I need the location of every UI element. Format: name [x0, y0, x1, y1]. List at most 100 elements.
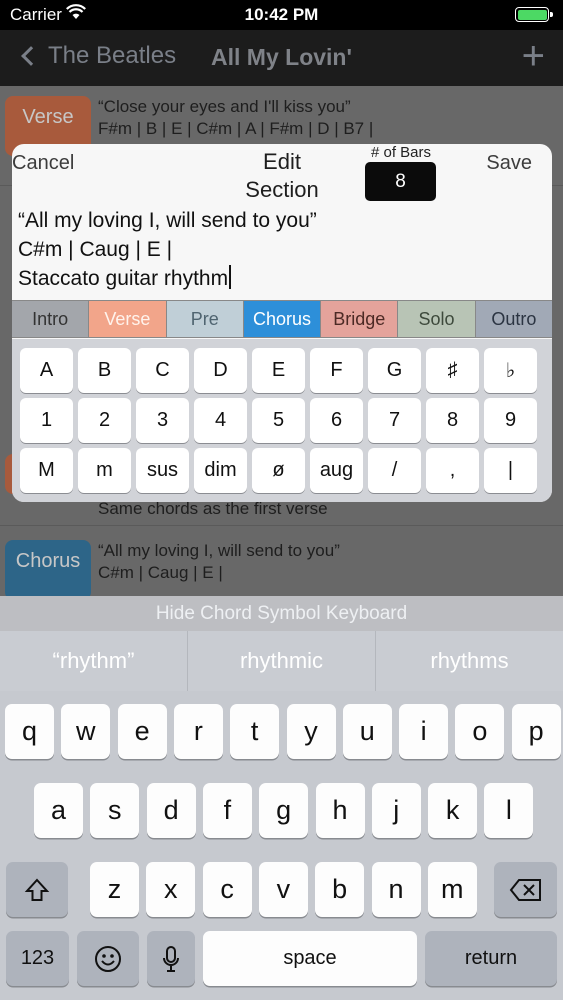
chord-key[interactable]: aug: [310, 448, 363, 493]
chord-key[interactable]: |: [484, 448, 537, 493]
key-h[interactable]: h: [315, 783, 365, 838]
chord-key[interactable]: 7: [368, 398, 421, 443]
chord-key[interactable]: 5: [252, 398, 305, 443]
key-b[interactable]: b: [315, 862, 365, 917]
chord-key[interactable]: ,: [426, 448, 479, 493]
key-t[interactable]: t: [230, 704, 280, 759]
hide-chord-keyboard-button[interactable]: Hide Chord Symbol Keyboard: [0, 596, 563, 631]
suggestion-item[interactable]: rhythms: [376, 631, 563, 691]
list-item[interactable]: Chorus “All my loving I, will send to yo…: [0, 530, 563, 600]
chord-key[interactable]: 9: [484, 398, 537, 443]
autocorrect-suggestions: “rhythm” rhythmic rhythms: [0, 631, 563, 691]
panel-title: Edit Section: [245, 149, 319, 202]
suggestion-item[interactable]: “rhythm”: [0, 631, 188, 691]
section-type-selector: Intro Verse Pre Chorus Bridge Solo Outro: [12, 300, 552, 338]
shift-icon: [24, 878, 50, 901]
key-s[interactable]: s: [90, 783, 140, 838]
system-keyboard: 123 space return qwertyuiop asdfghjkl zxcv…: [0, 691, 563, 1000]
section-type-chorus[interactable]: Chorus: [243, 301, 322, 337]
section-type-solo[interactable]: Solo: [398, 301, 476, 337]
section-summary: “All my loving I, will send to you” C#m …: [98, 541, 340, 582]
key-v[interactable]: v: [258, 862, 308, 917]
chord-key[interactable]: /: [368, 448, 421, 493]
key-n[interactable]: n: [371, 862, 421, 917]
chord-key[interactable]: M: [20, 448, 73, 493]
section-type-verse[interactable]: Verse: [89, 301, 167, 337]
chord-key[interactable]: A: [20, 348, 73, 393]
chord-key[interactable]: G: [368, 348, 421, 393]
section-type-pre[interactable]: Pre: [166, 301, 244, 337]
emoji-key[interactable]: [77, 931, 139, 986]
key-q[interactable]: q: [5, 704, 54, 759]
add-section-button[interactable]: +: [522, 34, 545, 79]
text-line: “All my loving I, will send to you”: [18, 209, 317, 232]
key-f[interactable]: f: [202, 783, 252, 838]
key-p[interactable]: p: [511, 704, 561, 759]
section-summary: “Close your eyes and I'll kiss you” F#m …: [98, 97, 374, 138]
key-m[interactable]: m: [427, 862, 477, 917]
chord-key[interactable]: ø: [252, 448, 305, 493]
chord-key[interactable]: B: [78, 348, 131, 393]
chord-key[interactable]: 4: [194, 398, 247, 443]
key-z[interactable]: z: [90, 862, 139, 917]
key-d[interactable]: d: [146, 783, 196, 838]
numbers-key[interactable]: 123: [6, 931, 69, 986]
edit-section-panel: Cancel Edit Section # of Bars 8 Save “Al…: [12, 144, 552, 502]
chord-key[interactable]: ♭: [484, 348, 537, 393]
text-line: Staccato guitar rhythm: [18, 264, 548, 293]
chord-key[interactable]: 1: [20, 398, 73, 443]
key-g[interactable]: g: [259, 783, 309, 838]
section-text-editor[interactable]: “All my loving I, will send to you” C#m …: [18, 206, 548, 293]
key-c[interactable]: c: [202, 862, 252, 917]
save-button[interactable]: Save: [486, 152, 532, 175]
chord-key[interactable]: D: [194, 348, 247, 393]
key-i[interactable]: i: [399, 704, 449, 759]
key-o[interactable]: o: [455, 704, 505, 759]
chord-key[interactable]: dim: [194, 448, 247, 493]
emoji-icon: [95, 945, 121, 972]
delete-key[interactable]: [494, 862, 557, 917]
key-r[interactable]: r: [173, 704, 223, 759]
chord-symbol-keyboard: A B C D E F G ♯ ♭ 1 2 3 4 5 6 7 8 9 Mm sus dim ø aug /, |: [12, 339, 552, 502]
chord-key[interactable]: 6: [310, 398, 363, 443]
key-u[interactable]: u: [342, 704, 392, 759]
text-caret: [229, 265, 232, 289]
key-a[interactable]: a: [34, 783, 83, 838]
clock: 10:42 PM: [244, 5, 319, 24]
chord-key[interactable]: sus: [136, 448, 189, 493]
status-bar: Carrier 10:42 PM: [0, 0, 563, 30]
key-l[interactable]: l: [484, 783, 534, 838]
key-j[interactable]: j: [371, 783, 421, 838]
section-type-outro[interactable]: Outro: [475, 301, 552, 337]
bars-label: # of Bars: [370, 144, 432, 161]
dictation-key[interactable]: [147, 931, 195, 986]
suggestion-item[interactable]: rhythmic: [188, 631, 376, 691]
text-line: C#m | Caug | E |: [18, 238, 173, 261]
cancel-button[interactable]: Cancel: [12, 152, 74, 175]
key-k[interactable]: k: [428, 783, 478, 838]
chord-key[interactable]: F: [310, 348, 363, 393]
section-type-intro[interactable]: Intro: [12, 301, 90, 337]
key-e[interactable]: e: [117, 704, 167, 759]
chord-key[interactable]: C: [136, 348, 189, 393]
chord-key[interactable]: 8: [426, 398, 479, 443]
section-type-bridge[interactable]: Bridge: [321, 301, 399, 337]
bars-count-field[interactable]: 8: [365, 162, 436, 201]
chord-key[interactable]: E: [252, 348, 305, 393]
navigation-bar: The Beatles All My Lovin' +: [0, 30, 563, 86]
chord-key[interactable]: 3: [136, 398, 189, 443]
backspace-icon: [509, 878, 541, 901]
chord-key[interactable]: ♯: [426, 348, 479, 393]
key-x[interactable]: x: [146, 862, 196, 917]
space-key[interactable]: space: [203, 931, 417, 986]
shift-key[interactable]: [6, 862, 68, 917]
chord-key[interactable]: 2: [78, 398, 131, 443]
return-key[interactable]: return: [425, 931, 557, 986]
microphone-icon: [163, 945, 179, 972]
page-title: All My Lovin': [211, 44, 352, 70]
battery-icon: [515, 7, 553, 22]
key-w[interactable]: w: [61, 704, 111, 759]
chord-key[interactable]: m: [78, 448, 131, 493]
key-y[interactable]: y: [286, 704, 336, 759]
section-tag: Chorus: [5, 540, 91, 600]
